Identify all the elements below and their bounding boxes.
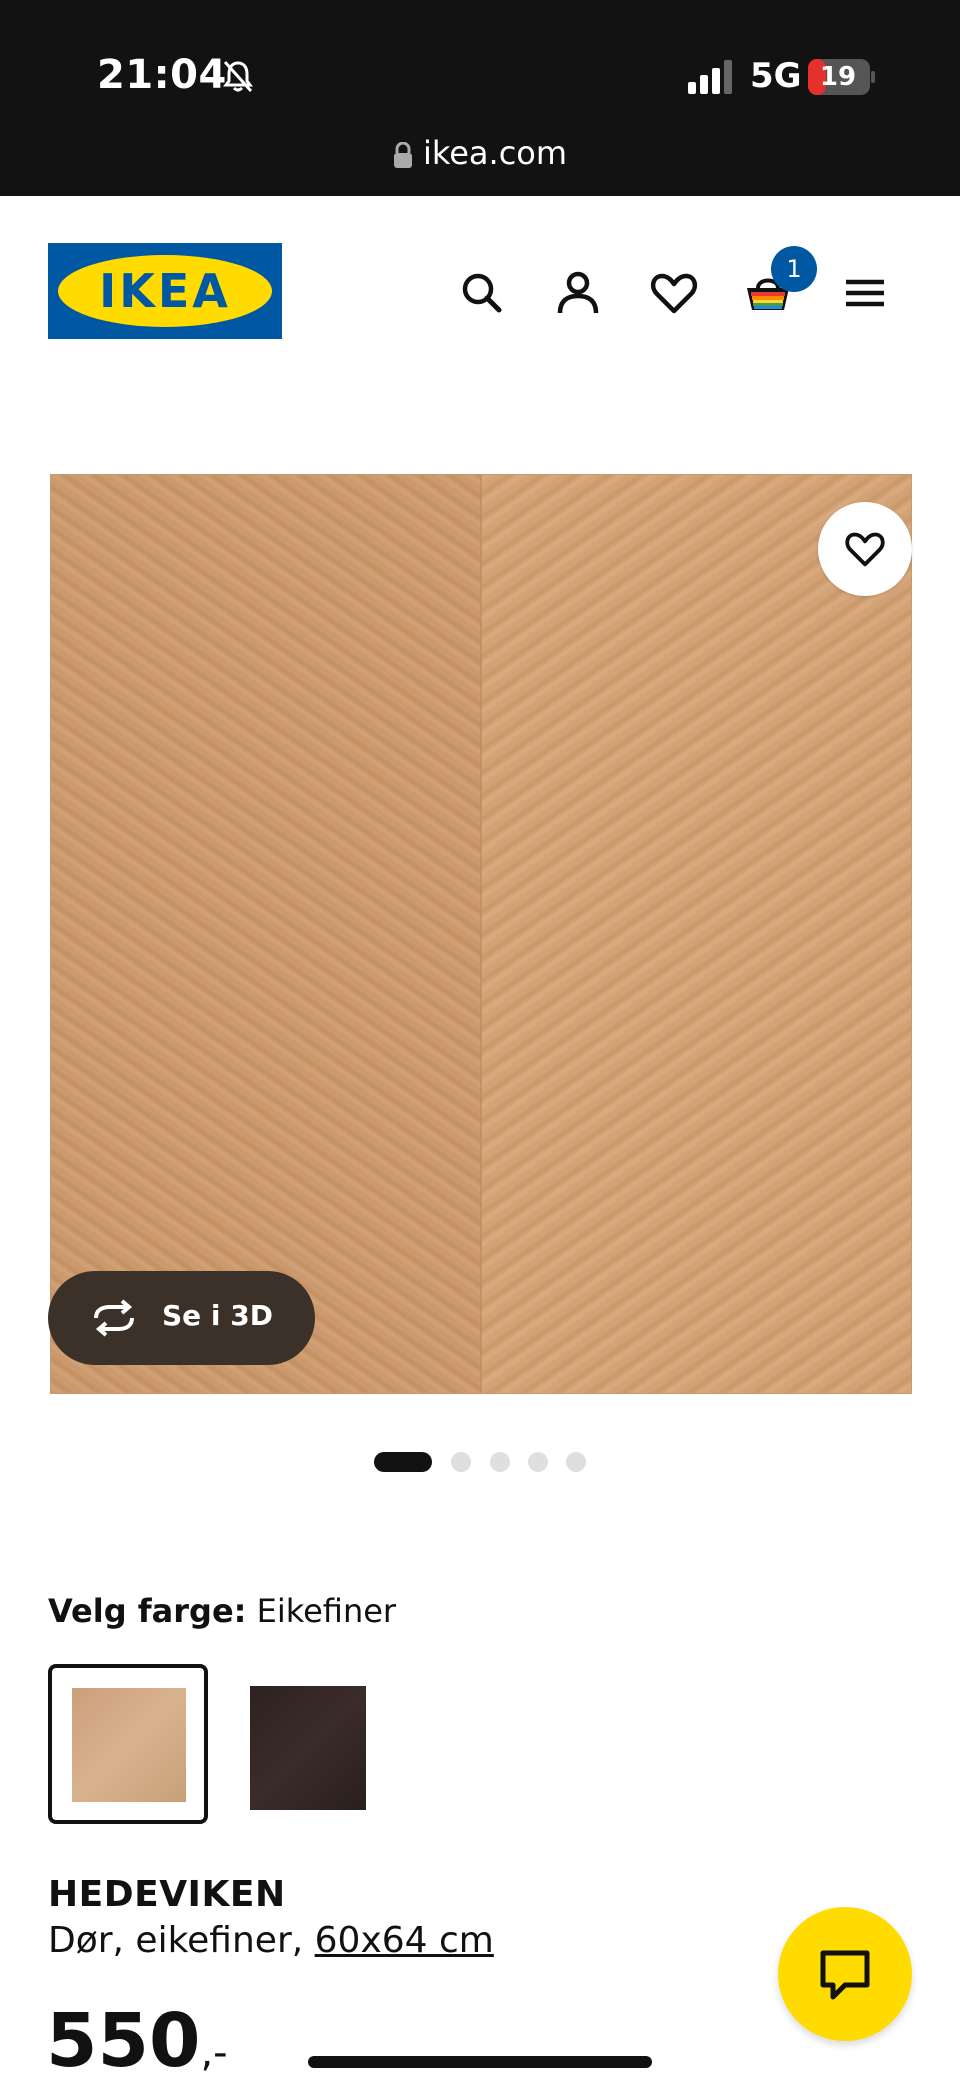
swatch-oak-image [72, 1688, 186, 1802]
product-name: HEDEVIKEN [48, 1874, 286, 1915]
product-price: 550,- [46, 1996, 228, 2098]
home-indicator [308, 2056, 652, 2068]
color-swatch-dark-brown[interactable] [250, 1686, 366, 1810]
add-to-favourites-button[interactable] [818, 502, 912, 596]
pagination-dot[interactable] [566, 1452, 586, 1472]
menu-icon[interactable] [838, 266, 892, 320]
product-description: Dør, eikefiner, 60x64 cm [48, 1920, 494, 1961]
ikea-logo[interactable]: IKEA [48, 243, 282, 339]
heart-icon [845, 532, 885, 567]
pagination-dot[interactable] [490, 1452, 510, 1472]
view-in-3d-button[interactable]: Se i 3D [48, 1271, 315, 1365]
rotate-3d-icon [94, 1299, 134, 1337]
signal-icon [688, 60, 732, 94]
wood-texture-left [51, 475, 481, 1393]
heart-icon[interactable] [647, 266, 701, 320]
color-selector-label: Velg farge: Eikefiner [48, 1592, 396, 1630]
url-text: ikea.com [422, 134, 568, 172]
product-type: Dør, eikefiner, [48, 1920, 304, 1961]
price-value: 550 [46, 1998, 201, 2084]
chat-button[interactable] [778, 1907, 912, 2041]
price-suffix: ,- [200, 2030, 228, 2076]
view-in-3d-label: Se i 3D [162, 1299, 273, 1332]
color-label-title: Velg farge: [48, 1592, 247, 1630]
status-bar: 21:04 5G 19 ikea.com [0, 0, 960, 196]
logo-text: IKEA [99, 264, 231, 318]
cart-count-badge: 1 [771, 246, 817, 292]
battery-level: 19 [819, 62, 857, 92]
color-label-value: Eikefiner [256, 1592, 397, 1630]
search-icon[interactable] [455, 266, 509, 320]
color-swatch-oak-selected[interactable] [48, 1664, 208, 1824]
chat-icon [820, 1950, 870, 2000]
clock: 21:04 [97, 52, 227, 98]
address-bar[interactable]: ikea.com [0, 134, 960, 172]
pagination-dot[interactable] [528, 1452, 548, 1472]
scrolled-breadcrumb [48, 346, 928, 390]
network-type: 5G [750, 56, 802, 96]
account-icon[interactable] [551, 266, 605, 320]
bell-muted-icon [223, 60, 253, 93]
pagination-dot-active[interactable] [374, 1452, 432, 1472]
wood-texture-right [481, 475, 911, 1393]
chevron-seam [480, 475, 482, 1393]
lock-icon [393, 142, 412, 168]
product-size-link[interactable]: 60x64 cm [315, 1920, 494, 1961]
pagination-dot[interactable] [451, 1452, 471, 1472]
product-image[interactable] [50, 474, 912, 1394]
